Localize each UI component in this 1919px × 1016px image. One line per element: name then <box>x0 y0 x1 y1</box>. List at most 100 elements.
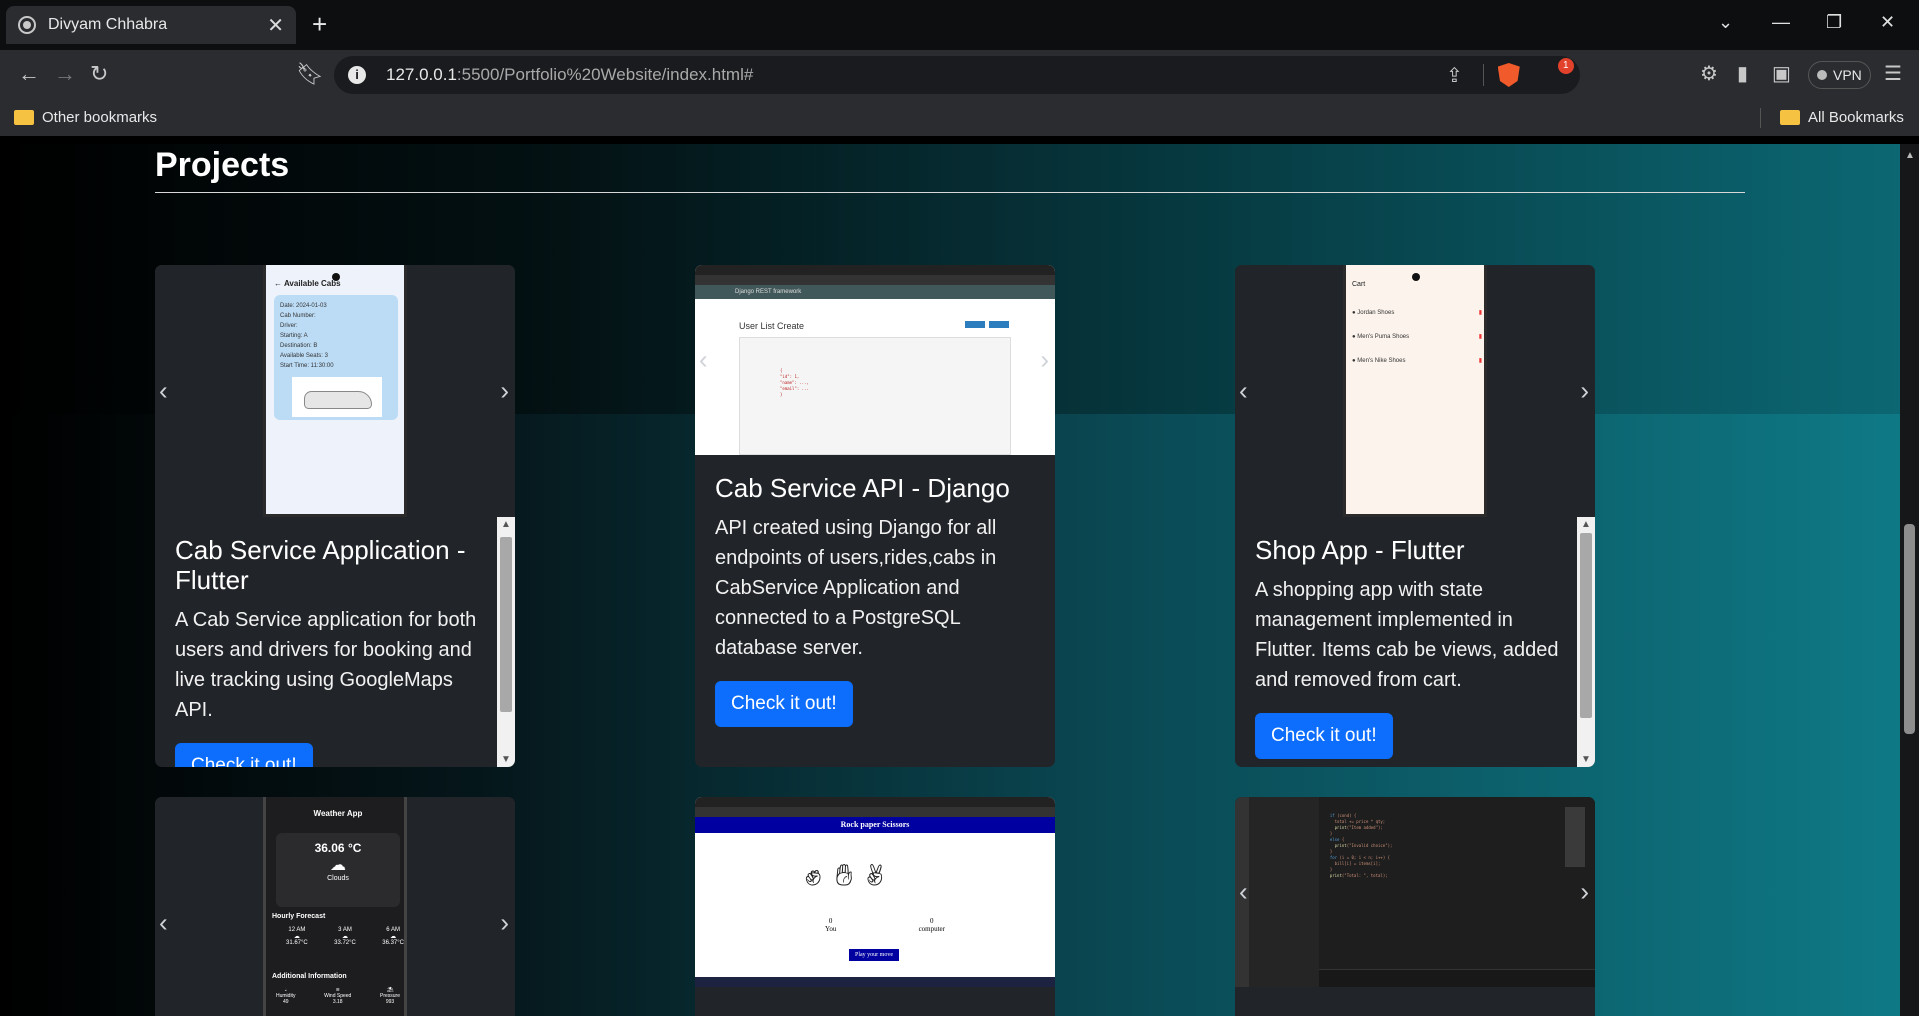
carousel-prev-icon[interactable]: ‹ <box>699 345 708 376</box>
project-card: Weather App 36.06 °C ☁ Clouds Hourly For… <box>155 797 515 1016</box>
url-text[interactable]: 127.0.0.1:5500/Portfolio%20Website/index… <box>386 65 753 85</box>
share-icon[interactable]: ⇪ <box>1446 63 1463 88</box>
json-body: {"id": 1, "name": ..., "email": ...} <box>780 368 809 397</box>
carousel-prev-icon[interactable]: ‹ <box>1239 877 1248 908</box>
scrollbar-thumb[interactable] <box>1904 524 1915 734</box>
current-weather: 36.06 °C ☁ Clouds <box>276 833 400 907</box>
vpn-button[interactable]: VPN <box>1808 61 1871 89</box>
hour-card: 6 AM ☁ 36.37°C <box>382 927 404 946</box>
close-tab-icon[interactable]: ✕ <box>267 13 284 38</box>
carousel-next-icon[interactable]: › <box>500 376 509 407</box>
car-image <box>292 377 382 417</box>
back-icon[interactable]: ← <box>18 62 40 86</box>
section-divider <box>155 192 1745 193</box>
minimap <box>1565 807 1585 867</box>
project-title: Cab Service Application - Flutter <box>175 535 466 595</box>
minimize-icon[interactable]: — <box>1772 12 1790 33</box>
browser-toolbar: ← → ↻ 🔖︎ i 127.0.0.1:5500/Portfolio%20We… <box>0 50 1919 100</box>
play-move-button: Play your move <box>849 949 899 961</box>
camera-notch <box>1412 273 1420 281</box>
brave-rewards-icon[interactable]: 1 <box>1542 58 1574 86</box>
hourly-forecast: 12 AM ☁ 31.67°C 3 AM ☁ 33.72°C 6 AM ☁ 36.37°C <box>286 927 404 946</box>
project-screenshot: ← Available Cabs Date: 2024-01-03 Cab Nu… <box>263 265 407 517</box>
check-it-out-button[interactable]: Check it out! <box>175 743 313 767</box>
additional-info: 💧︎ Humidity 49 ≋ Wind Speed 3.18 ⛱ Pressure 99… <box>276 987 400 1005</box>
folder-icon <box>1780 110 1800 125</box>
card-body: Cab Service API - Django API created usi… <box>695 455 1055 745</box>
carousel-prev-icon[interactable]: ‹ <box>159 908 168 939</box>
paper-icon: ✋︎ <box>835 859 867 892</box>
bookmark-folder-all[interactable]: All Bookmarks <box>1780 109 1904 126</box>
scroll-up-icon[interactable]: ▲ <box>501 519 511 530</box>
card-scrollbar[interactable]: ▲ ▼ <box>1577 517 1595 767</box>
info-item: ⛱ Pressure 993 <box>379 987 400 1005</box>
forward-icon[interactable]: → <box>54 62 76 86</box>
project-card: Django REST framework User List Create {… <box>695 265 1055 767</box>
card-body: Cab Service Application - Flutter A Cab … <box>155 517 515 767</box>
address-bar[interactable]: i 127.0.0.1:5500/Portfolio%20Website/ind… <box>334 56 1580 94</box>
cart-item: ● Men's Puma Shoes ▮ <box>1352 325 1482 349</box>
check-it-out-button[interactable]: Check it out! <box>1255 713 1393 759</box>
drf-navbar: Django REST framework <box>695 285 1055 299</box>
vpn-status-icon <box>1817 70 1827 80</box>
restore-icon[interactable]: ❐ <box>1826 12 1842 33</box>
user-score: 0 You <box>825 917 837 933</box>
scroll-up-icon[interactable]: ▲ <box>1581 519 1591 530</box>
window-close-icon[interactable]: ✕ <box>1880 12 1895 33</box>
section-title: Projects <box>155 146 290 184</box>
project-description: API created using Django for all endpoin… <box>715 517 997 659</box>
wallet-icon[interactable]: ▣ <box>1772 62 1791 86</box>
delete-icon: ▮ <box>1478 358 1482 364</box>
check-it-out-button[interactable]: Check it out! <box>715 681 853 727</box>
cloud-icon: ☁ <box>390 934 397 940</box>
scrollbar-thumb[interactable] <box>500 537 512 712</box>
page-scrollbar[interactable]: ▲ <box>1900 144 1919 1016</box>
rock-icon: ✊︎ <box>805 859 836 892</box>
browser-tab[interactable]: Divyam Chhabra ✕ <box>6 6 296 44</box>
carousel-prev-icon[interactable]: ‹ <box>159 376 168 407</box>
scroll-down-icon[interactable]: ▼ <box>1581 754 1591 765</box>
project-carousel: if (cond) { total += price * qty; print(… <box>1235 797 1595 987</box>
site-info-icon[interactable]: i <box>348 66 366 84</box>
carousel-next-icon[interactable]: › <box>1040 345 1049 376</box>
cloud-icon: ☁ <box>342 934 348 940</box>
divider <box>1760 108 1761 128</box>
cart-title: Cart <box>1352 281 1366 288</box>
card-scrollbar[interactable]: ▲ ▼ <box>497 517 515 767</box>
carousel-prev-icon[interactable]: ‹ <box>1239 376 1248 407</box>
carousel-next-icon[interactable]: › <box>500 908 509 939</box>
scoreboard: 0 You 0 computer <box>825 917 945 933</box>
globe-icon <box>18 16 36 34</box>
carousel-next-icon[interactable]: › <box>1580 877 1589 908</box>
condition: Clouds <box>327 875 349 882</box>
brave-shields-icon[interactable] <box>1497 63 1520 87</box>
hourly-label: Hourly Forecast <box>272 913 326 920</box>
project-screenshot: Rock paper Scissors ✊︎✋︎✌︎ 0 You 0 compute… <box>695 797 1055 987</box>
new-tab-button[interactable]: + <box>312 10 327 38</box>
scrollbar-thumb[interactable] <box>1580 533 1592 718</box>
project-card: Cart ● Jordan Shoes ▮ ● Men's Puma Shoes ▮… <box>1235 265 1595 767</box>
address-bar-actions: ⇪ 1 <box>1446 56 1574 94</box>
card-body: Shop App - Flutter A shopping app with s… <box>1235 517 1595 767</box>
info-item: ≋ Wind Speed 3.18 <box>324 987 352 1005</box>
bookmark-folder-other[interactable]: Other bookmarks <box>14 109 157 126</box>
extensions-icon[interactable]: ⚙ <box>1700 62 1718 86</box>
menu-icon[interactable]: ☰ <box>1884 62 1902 86</box>
browser-chrome <box>695 797 1055 807</box>
scroll-down-icon[interactable]: ▼ <box>501 754 511 765</box>
project-screenshot: Cart ● Jordan Shoes ▮ ● Men's Puma Shoes ▮… <box>1343 265 1487 517</box>
project-description: A shopping app with state management imp… <box>1255 579 1559 691</box>
bookmark-icon[interactable]: 🔖︎ <box>296 62 324 86</box>
project-carousel: Weather App 36.06 °C ☁ Clouds Hourly For… <box>155 797 515 1016</box>
reload-icon[interactable]: ↻ <box>90 62 108 86</box>
sidebar-icon[interactable]: ▮ <box>1737 62 1748 86</box>
project-carousel: Django REST framework User List Create {… <box>695 265 1055 455</box>
temperature: 36.06 °C <box>314 841 362 855</box>
carousel-next-icon[interactable]: › <box>1580 376 1589 407</box>
weather-app-title: Weather App <box>313 809 363 818</box>
scroll-up-icon[interactable]: ▲ <box>1905 150 1915 161</box>
project-carousel: ← Available Cabs Date: 2024-01-03 Cab Nu… <box>155 265 515 517</box>
browser-url-bar <box>695 807 1055 817</box>
tab-search-icon[interactable]: ⌄ <box>1718 12 1733 33</box>
folder-icon <box>14 110 34 125</box>
